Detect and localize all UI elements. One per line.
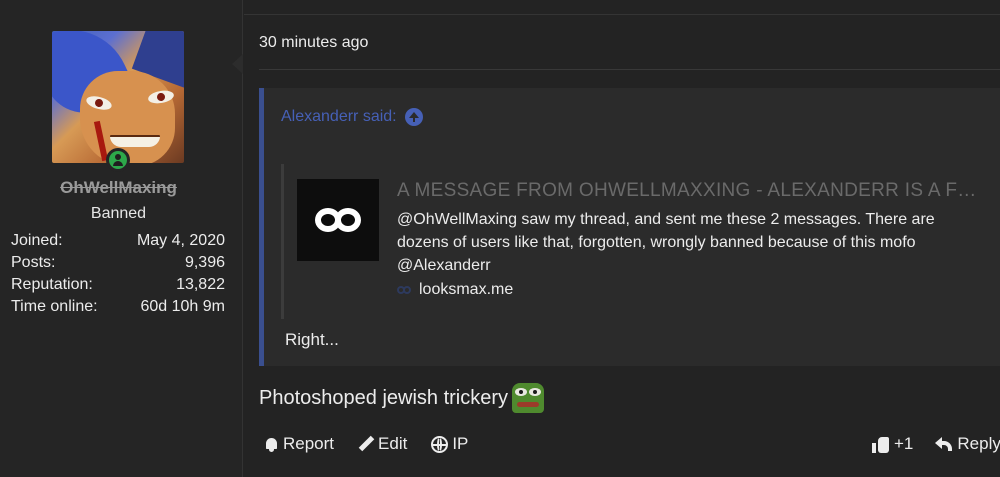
stat-value: May 4, 2020 (136, 232, 225, 249)
report-label: Report (283, 434, 335, 453)
stat-label: Posts: (11, 254, 56, 271)
stat-label: Joined: (11, 232, 63, 249)
bbcode-quote: Alexanderr said: A MESSAGE FROM OHWELLMA… (259, 88, 1000, 366)
reply-button[interactable]: Reply (935, 434, 1000, 454)
message-actions-right: +1 Reply (872, 434, 1000, 454)
message-actions-left: Report Edit IP (264, 434, 468, 454)
online-status-icon (106, 148, 130, 172)
stat-value[interactable]: 9,396 (185, 252, 225, 274)
link-unfurl-card[interactable]: A MESSAGE FROM OHWELLMAXXING - ALEXANDER… (281, 164, 1000, 319)
message-main: 30 minutes ago Alexanderr said: A MESSAG… (244, 0, 1000, 477)
edit-label: Edit (378, 434, 408, 453)
edit-button[interactable]: Edit (358, 434, 407, 454)
post-timestamp[interactable]: 30 minutes ago (259, 34, 368, 52)
username[interactable]: OhWellMaxing (0, 178, 237, 198)
stat-joined: Joined: May 4, 2020 (11, 230, 225, 252)
user-stats: Joined: May 4, 2020 Posts: 9,396 Reputat… (11, 230, 225, 318)
message-pointer-arrow (232, 54, 243, 74)
quote-body: Right... (285, 330, 339, 349)
stat-posts: Posts: 9,396 (11, 252, 225, 274)
ip-button[interactable]: IP (431, 434, 468, 454)
globe-icon (431, 435, 449, 453)
favicon-icon (397, 286, 411, 294)
arrow-up-circle-icon[interactable] (404, 108, 423, 126)
pencil-icon (358, 436, 374, 452)
pepe-emoji-icon (512, 383, 545, 413)
message-user-sidebar: OhWellMaxing Banned Joined: May 4, 2020 … (0, 0, 243, 477)
unfurl-domain-text: looksmax.me (419, 281, 514, 298)
reply-icon (935, 436, 953, 452)
report-button[interactable]: Report (264, 434, 334, 454)
stat-label: Reputation: (11, 276, 93, 293)
site-logo-icon (297, 179, 379, 261)
divider (244, 14, 1000, 15)
stat-value: 13,822 (176, 276, 225, 293)
unfurl-domain: looksmax.me (397, 281, 513, 299)
avatar[interactable] (52, 31, 184, 163)
message-text: Photoshoped jewish trickery (259, 386, 509, 409)
unfurl-description: @OhWellMaxing saw my thread, and sent me… (397, 211, 935, 274)
stat-value: 60d 10h 9m (140, 298, 225, 315)
stat-reputation: Reputation: 13,822 (11, 274, 225, 296)
ip-label: IP (452, 434, 469, 453)
quote-author[interactable]: Alexanderr said: (281, 108, 397, 126)
reply-label: Reply (957, 434, 1000, 453)
unfurl-title[interactable]: A MESSAGE FROM OHWELLMAXXING - ALEXANDER… (397, 180, 987, 202)
stat-time-online: Time online: 60d 10h 9m (11, 296, 225, 318)
divider (259, 69, 1000, 70)
thumbs-up-icon (872, 436, 890, 453)
like-button[interactable]: +1 (872, 434, 913, 454)
stat-label: Time online: (11, 298, 98, 315)
bell-icon (264, 437, 279, 452)
message-body: Photoshoped jewish trickery (259, 383, 545, 413)
user-title: Banned (90, 205, 147, 222)
like-count: +1 (894, 434, 914, 453)
quote-attribution[interactable]: Alexanderr said: (281, 108, 423, 126)
